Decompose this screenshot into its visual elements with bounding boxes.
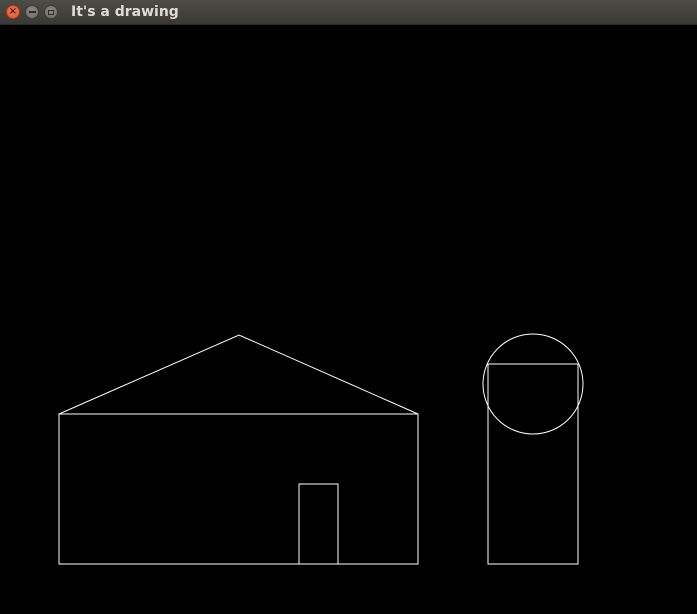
titlebar[interactable]: × It's a drawing	[0, 0, 697, 25]
drawing-svg	[58, 333, 584, 565]
close-button[interactable]: ×	[6, 5, 20, 19]
app-window: × It's a drawing	[0, 0, 697, 614]
maximize-button[interactable]	[44, 5, 58, 19]
window-title: It's a drawing	[71, 4, 179, 20]
minimize-button[interactable]	[25, 5, 39, 19]
tree-trunk	[487, 363, 579, 565]
house-body	[58, 413, 419, 565]
minimize-icon	[28, 11, 36, 13]
drawing-canvas	[0, 25, 697, 614]
house-roof	[58, 334, 419, 415]
maximize-icon	[48, 9, 54, 15]
house-door	[298, 483, 339, 565]
tree-crown	[482, 333, 584, 435]
close-icon: ×	[8, 6, 18, 17]
